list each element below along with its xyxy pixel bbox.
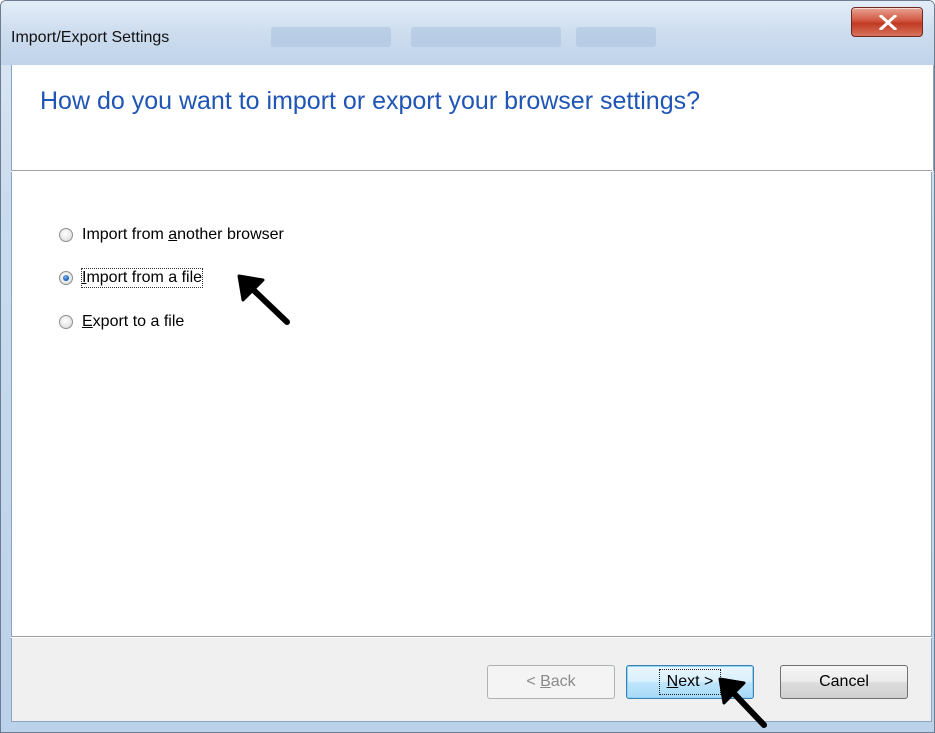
option-import-from-browser[interactable]: Import from another browser [59,224,284,246]
wizard-question: How do you want to import or export your… [40,87,701,115]
wizard-header: How do you want to import or export your… [11,65,934,171]
annotation-arrow-icon [237,274,290,325]
radio-button-selected[interactable] [59,271,73,285]
title-bar[interactable]: Import/Export Settings [1,1,934,65]
annotation-arrow-icon [718,677,767,728]
option-import-from-file[interactable]: Import from a file [59,267,204,289]
close-button[interactable] [851,7,923,37]
back-button[interactable]: < Back [487,665,615,699]
option-label: Import from a file [80,268,204,288]
radio-button[interactable] [59,228,73,242]
cancel-button[interactable]: Cancel [780,665,908,699]
window-title: Import/Export Settings [11,29,170,46]
dialog-window: Import/Export Settings How do you want t… [0,0,935,733]
option-export-to-file[interactable]: Export to a file [59,311,184,333]
radio-button[interactable] [59,315,73,329]
option-label: Import from another browser [82,226,284,243]
background-blur [411,27,561,47]
background-blur [576,27,656,47]
background-blur [271,27,391,47]
option-label: Export to a file [82,313,185,330]
close-icon [879,15,897,30]
